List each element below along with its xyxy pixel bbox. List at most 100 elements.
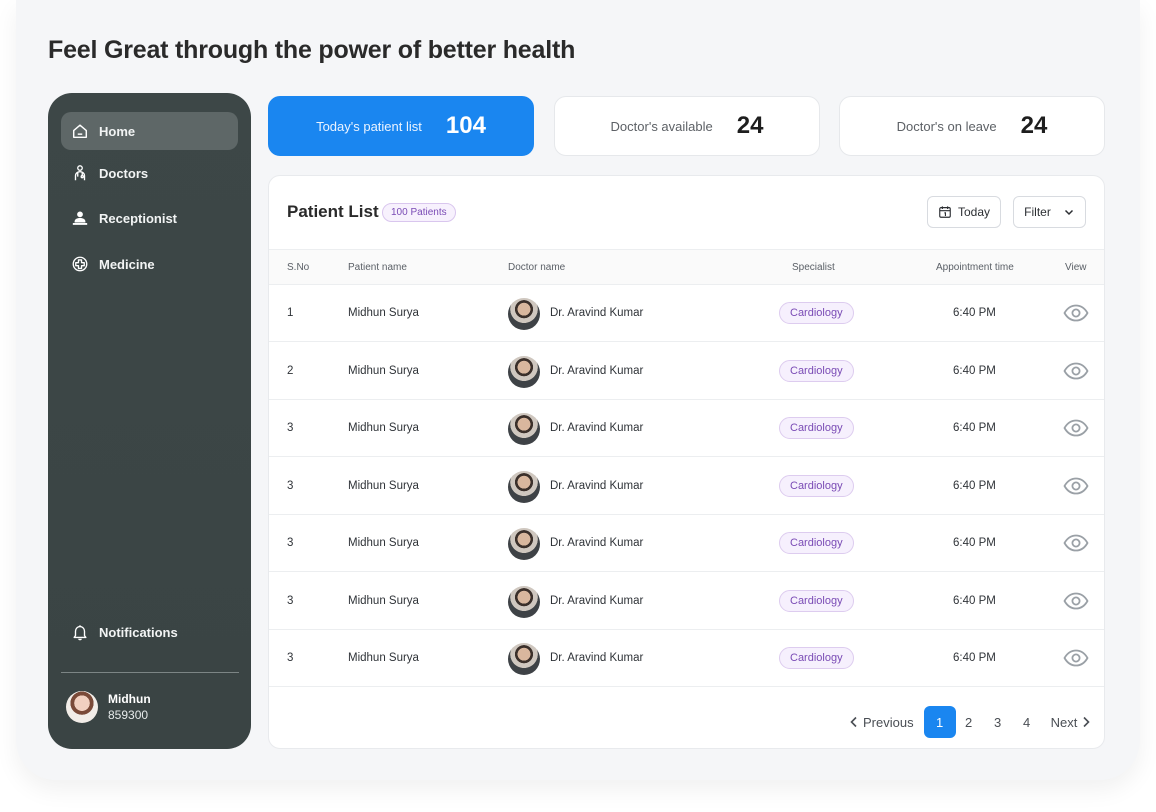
cell-doctor-name: Dr. Aravind Kumar [550,307,644,319]
cell-doctor-name: Dr. Aravind Kumar [550,479,644,492]
page-2-button[interactable]: 2 [953,706,985,738]
table-row: 1 Midhun Surya Dr. Aravind Kumar Cardiology… [269,285,1104,342]
sidebar-item-medicine[interactable]: Medicine [61,245,238,283]
cell-patient-name: Midhun Surya [348,652,419,664]
sidebar-item-label: Home [99,123,136,139]
home-icon [71,122,89,140]
cell-appointment-time: 6:40 PM [953,652,996,664]
cell-sno: 3 [287,652,294,664]
column-header: S.No [287,262,310,273]
page-title: Feel Great through the power of better h… [48,36,576,64]
stat-card-doctors-on-leave[interactable]: Doctor's on leave 24 [839,96,1105,156]
patient-count-badge: 100 Patients [382,203,456,222]
eye-icon[interactable] [1063,648,1089,668]
eye-icon[interactable] [1063,476,1089,496]
bell-icon [71,623,89,641]
previous-label: Previous [863,714,914,730]
chevron-left-icon [849,716,859,728]
calendar-icon [938,205,952,219]
table-row: 3 Midhun Surya Dr. Aravind Kumar Cardiology… [269,573,1104,630]
sidebar-item-label: Notifications [99,624,178,640]
cell-appointment-time: 6:40 PM [953,594,996,607]
stat-value: 104 [445,112,486,139]
stat-card-today-patients[interactable]: Today's patient list 104 [268,96,534,156]
specialist-badge: Cardiology [779,302,854,324]
filter-label: Filter [1024,205,1051,219]
eye-icon[interactable] [1063,361,1089,381]
sidebar-item-notifications[interactable]: Notifications [61,613,238,651]
table-row: 3 Midhun Surya Dr. Aravind Kumar Cardiology… [269,630,1104,687]
stat-value: 24 [736,112,764,139]
doctor-avatar [508,470,540,503]
stat-label: Today's patient list [316,118,422,134]
column-header: Appointment time [936,262,1014,273]
column-header: Specialist [792,262,835,273]
cell-appointment-time: 6:40 PM [953,364,996,377]
patient-list-panel: Patient List 100 Patients Today Filter S… [268,175,1105,749]
cell-sno: 3 [287,422,294,434]
specialist-badge: Cardiology [779,359,854,382]
cell-doctor-name: Dr. Aravind Kumar [550,364,644,377]
sidebar-divider [61,672,239,673]
eye-icon[interactable] [1063,591,1089,611]
next-label: Next [1050,714,1078,730]
cell-doctor-name: Dr. Aravind Kumar [550,594,644,607]
doctor-avatar [508,355,540,388]
stat-label: Doctor's available [610,118,713,134]
cell-sno: 1 [287,307,294,319]
sidebar-item-label: Medicine [99,256,155,272]
doctor-avatar [508,528,540,560]
page-4-button[interactable]: 4 [1011,706,1043,738]
sidebar-item-doctors[interactable]: Doctors [61,154,238,192]
pagination: Previous 1 2 3 4 Next [849,706,1091,738]
table-header: S.No Patient name Doctor name Specialist… [269,249,1104,285]
page-3-button[interactable]: 3 [982,706,1014,738]
sidebar-item-receptionist[interactable]: Receptionist [61,199,238,237]
sidebar-item-home[interactable]: Home [61,112,238,150]
cell-patient-name: Midhun Surya [348,422,419,434]
sidebar-item-label: Receptionist [99,210,178,226]
cell-sno: 2 [287,364,294,377]
cell-sno: 3 [287,479,294,492]
sidebar-item-label: Doctors [99,165,149,181]
specialist-badge: Cardiology [779,417,854,439]
today-button[interactable]: Today [927,196,1001,228]
eye-icon[interactable] [1063,418,1089,438]
cell-appointment-time: 6:40 PM [953,307,996,319]
previous-button[interactable]: Previous [849,715,914,730]
stat-label: Doctor's on leave [896,118,997,134]
stat-value: 24 [1020,112,1048,139]
cell-patient-name: Midhun Surya [348,594,419,607]
cell-appointment-time: 6:40 PM [953,422,996,434]
table-row: 3 Midhun Surya Dr. Aravind Kumar Cardiology… [269,400,1104,457]
cell-patient-name: Midhun Surya [348,479,419,492]
page-1-button[interactable]: 1 [923,706,956,738]
panel-title: Patient List [287,202,379,221]
specialist-badge: Cardiology [779,474,854,497]
doctor-avatar [508,413,540,445]
cell-patient-name: Midhun Surya [348,537,419,549]
user-id: 859300 [108,708,149,722]
stat-card-doctors-available[interactable]: Doctor's available 24 [554,96,820,156]
user-profile[interactable]: Midhun 859300 [66,691,151,723]
user-name: Midhun [108,692,151,706]
cell-patient-name: Midhun Surya [348,307,419,319]
eye-icon[interactable] [1063,303,1089,323]
cell-appointment-time: 6:40 PM [953,479,996,492]
table-row: 3 Midhun Surya Dr. Aravind Kumar Cardiology… [269,515,1104,572]
eye-icon[interactable] [1063,533,1089,553]
cell-sno: 3 [287,537,294,549]
today-label: Today [957,205,991,219]
cell-sno: 3 [287,594,294,607]
doctor-avatar [508,298,540,330]
chevron-right-icon [1081,716,1091,728]
stethoscope-icon [71,164,89,182]
cell-doctor-name: Dr. Aravind Kumar [550,652,644,664]
column-header: Patient name [348,262,407,273]
cell-doctor-name: Dr. Aravind Kumar [550,422,644,434]
next-button[interactable]: Next [1051,715,1092,730]
specialist-badge: Cardiology [779,589,854,612]
specialist-badge: Cardiology [779,647,854,669]
filter-button[interactable]: Filter [1013,196,1086,228]
cell-doctor-name: Dr. Aravind Kumar [550,537,644,549]
